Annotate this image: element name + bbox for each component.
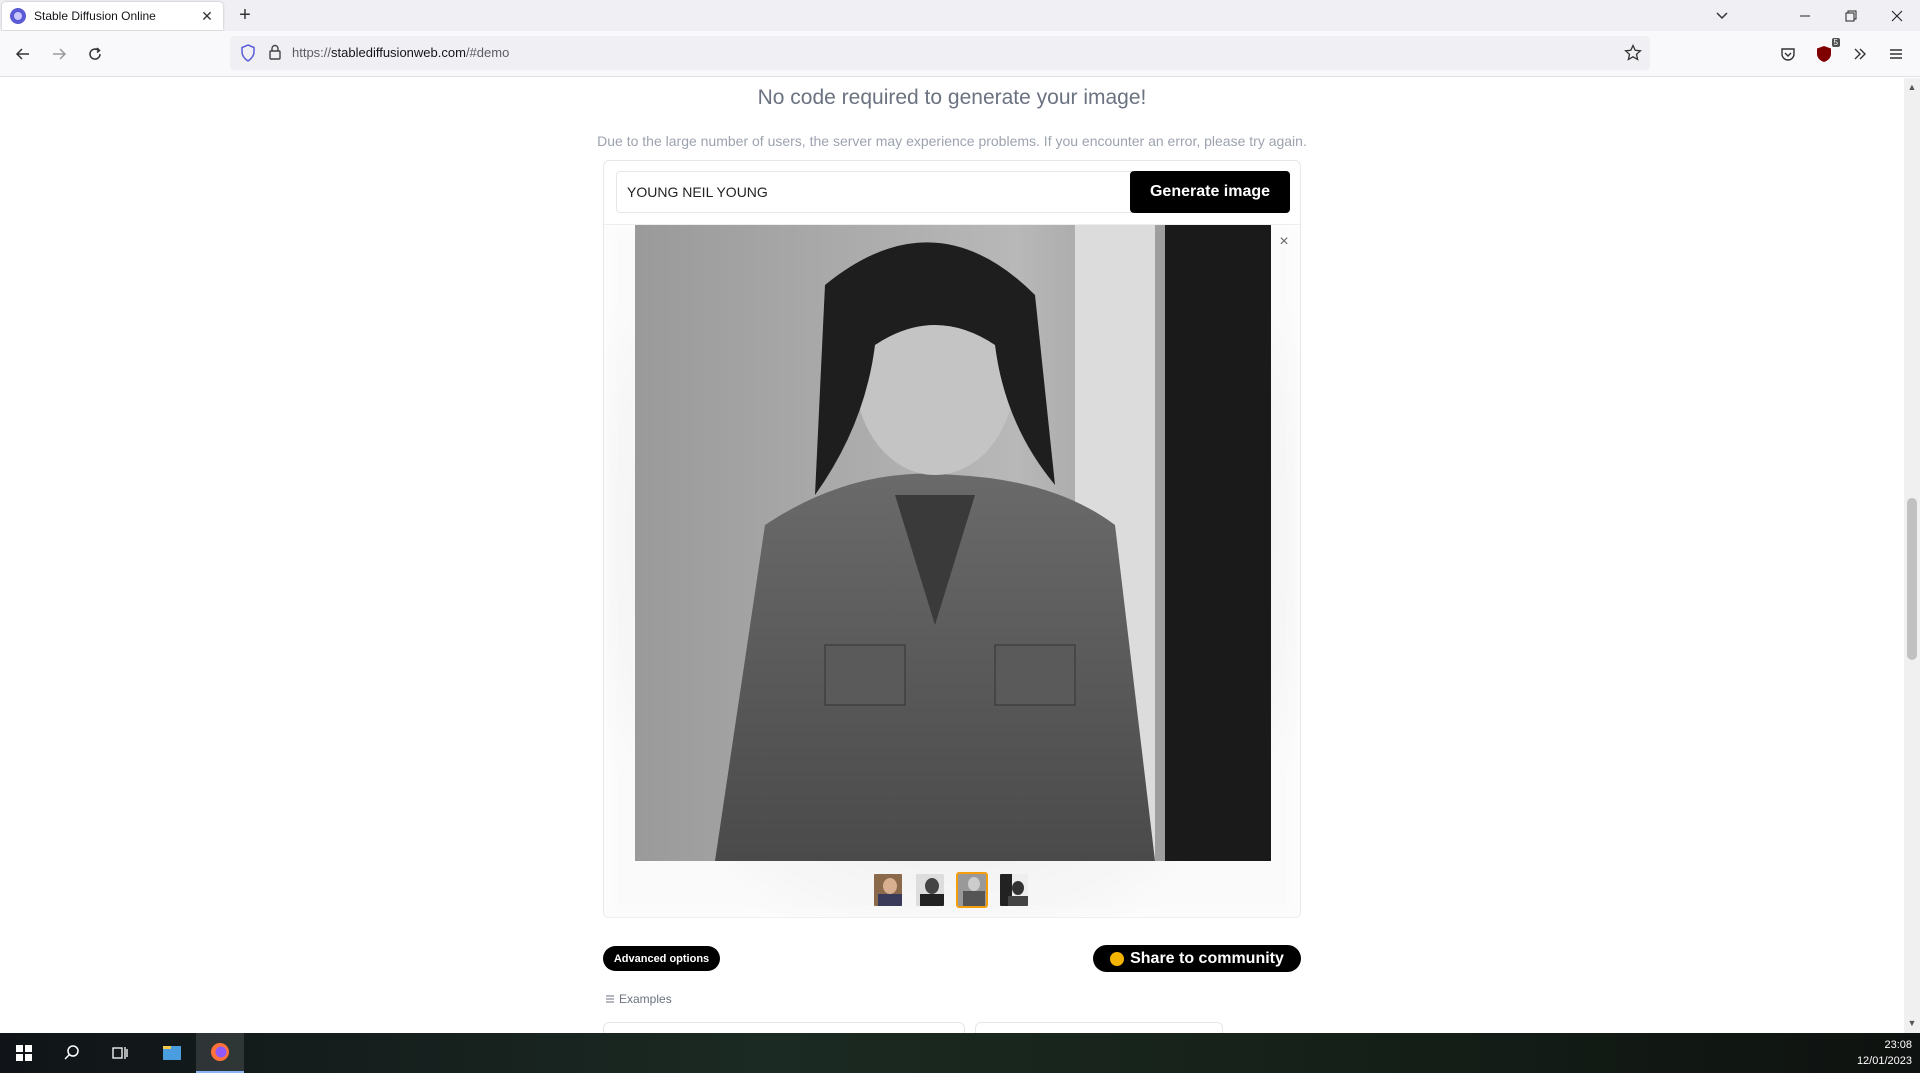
share-to-community-button[interactable]: Share to community bbox=[1093, 945, 1301, 972]
generate-image-button[interactable]: Generate image bbox=[1130, 171, 1290, 213]
windows-start-icon[interactable] bbox=[0, 1033, 48, 1073]
tab-strip: Stable Diffusion Online ✕ + bbox=[0, 0, 1920, 31]
prompt-input[interactable] bbox=[617, 172, 1127, 212]
list-all-tabs-icon[interactable] bbox=[1712, 5, 1732, 25]
lock-icon[interactable] bbox=[268, 44, 282, 60]
site-favicon-icon bbox=[10, 8, 26, 24]
windows-taskbar: 23:08 12/01/2023 bbox=[0, 1033, 1920, 1073]
bookmark-star-icon[interactable] bbox=[1624, 44, 1642, 62]
example-card-2[interactable] bbox=[975, 1022, 1223, 1033]
hand-emoji-icon bbox=[1110, 951, 1125, 966]
system-clock[interactable]: 23:08 12/01/2023 bbox=[1857, 1037, 1912, 1069]
tab-close-icon[interactable]: ✕ bbox=[199, 8, 215, 25]
generated-image[interactable] bbox=[635, 225, 1271, 861]
ublock-extension-icon[interactable]: 5 bbox=[1812, 38, 1840, 66]
advanced-options-button[interactable]: Advanced options bbox=[603, 946, 720, 971]
navigation-toolbar: https://stablediffusionweb.com/#demo 5 bbox=[0, 31, 1920, 77]
list-icon bbox=[606, 995, 614, 1003]
thumbnail-strip bbox=[872, 872, 1030, 910]
close-window-icon[interactable] bbox=[1874, 0, 1920, 31]
new-tab-icon[interactable]: + bbox=[234, 4, 256, 26]
minimize-icon[interactable] bbox=[1782, 0, 1828, 31]
web-page: No code required to generate your image!… bbox=[0, 78, 1904, 1033]
browser-tab[interactable]: Stable Diffusion Online ✕ bbox=[2, 2, 223, 30]
thumbnail-3-selected[interactable] bbox=[956, 872, 988, 908]
clock-date: 12/01/2023 bbox=[1856, 1055, 1912, 1067]
url-scheme: https:// bbox=[292, 45, 332, 60]
scroll-thumb[interactable] bbox=[1907, 498, 1917, 660]
search-icon[interactable] bbox=[48, 1033, 96, 1073]
reload-icon[interactable] bbox=[83, 42, 107, 66]
result-area: × bbox=[604, 224, 1300, 918]
clock-time: 23:08 bbox=[1884, 1039, 1912, 1051]
server-notice: Due to the large number of users, the se… bbox=[597, 133, 1307, 149]
firefox-taskbar-icon[interactable] bbox=[196, 1033, 244, 1073]
prompt-row: Generate image bbox=[616, 171, 1290, 213]
example-card-1[interactable] bbox=[603, 1022, 965, 1033]
page-scrollbar[interactable]: ▲ ▼ bbox=[1904, 78, 1920, 1033]
generator-card: Generate image bbox=[603, 160, 1301, 918]
restore-icon[interactable] bbox=[1828, 0, 1874, 31]
forward-arrow-icon[interactable] bbox=[47, 42, 71, 66]
scroll-down-icon[interactable]: ▼ bbox=[1907, 1018, 1917, 1028]
task-view-icon[interactable] bbox=[96, 1033, 144, 1073]
share-label: Share to community bbox=[1130, 949, 1284, 967]
tracking-protection-shield-icon[interactable] bbox=[240, 44, 256, 62]
tab-title: Stable Diffusion Online bbox=[34, 9, 156, 23]
address-bar[interactable]: https://stablediffusionweb.com/#demo bbox=[230, 36, 1650, 70]
page-headline: No code required to generate your image! bbox=[757, 86, 1147, 109]
thumbnail-2[interactable] bbox=[914, 872, 946, 908]
scroll-up-icon[interactable]: ▲ bbox=[1907, 82, 1917, 92]
examples-header: Examples bbox=[605, 992, 672, 1006]
extension-badge: 5 bbox=[1831, 38, 1840, 47]
close-result-icon[interactable]: × bbox=[1275, 233, 1293, 251]
pocket-icon[interactable] bbox=[1776, 42, 1800, 66]
url-text[interactable]: https://stablediffusionweb.com/#demo bbox=[292, 45, 509, 60]
url-path: /#demo bbox=[465, 45, 510, 60]
examples-label: Examples bbox=[619, 992, 672, 1006]
hamburger-menu-icon[interactable] bbox=[1884, 42, 1908, 66]
more-tools-chevron-icon[interactable] bbox=[1848, 42, 1872, 66]
back-arrow-icon[interactable] bbox=[11, 42, 35, 66]
thumbnail-1[interactable] bbox=[872, 872, 904, 908]
file-explorer-icon[interactable] bbox=[148, 1033, 196, 1073]
thumbnail-4[interactable] bbox=[998, 872, 1030, 908]
url-host: stablediffusionweb.com bbox=[331, 45, 466, 60]
